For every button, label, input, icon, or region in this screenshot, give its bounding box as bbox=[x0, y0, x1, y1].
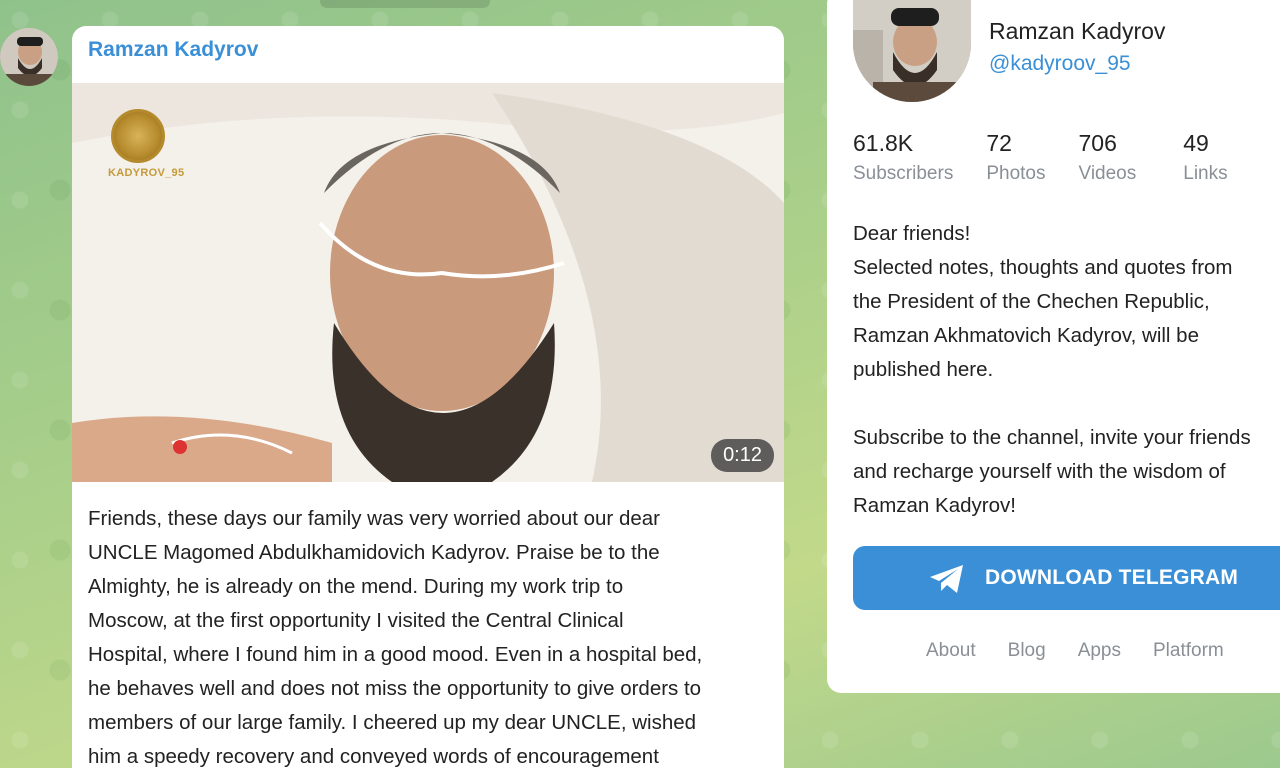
video-thumbnail[interactable]: KADYROV_95 0:12 bbox=[72, 83, 784, 482]
stat-value: 72 bbox=[986, 130, 1012, 156]
download-telegram-label: DOWNLOAD TELEGRAM bbox=[985, 566, 1239, 589]
channel-name: Ramzan Kadyrov bbox=[989, 18, 1166, 44]
stat-value: 706 bbox=[1078, 130, 1117, 156]
stat-label: Photos bbox=[986, 163, 1046, 184]
description-line: Dear friends! bbox=[853, 222, 971, 245]
stat-label: Subscribers bbox=[853, 163, 954, 184]
post-text-line: Moscow, at the first opportunity I visit… bbox=[88, 609, 624, 632]
footer-link-platform[interactable]: Platform bbox=[1153, 640, 1224, 662]
footer-link-blog[interactable]: Blog bbox=[1008, 640, 1046, 662]
post-text-line: Friends, these days our family was very … bbox=[88, 507, 660, 530]
post-author-name[interactable]: Ramzan Kadyrov bbox=[88, 38, 258, 62]
footer-links: About Blog Apps Platform bbox=[926, 640, 1256, 662]
description-line: Subscribe to the channel, invite your fr… bbox=[853, 426, 1251, 449]
watermark-seal-icon bbox=[111, 109, 165, 163]
post-text-line: Almighty, he is already on the mend. Dur… bbox=[88, 575, 624, 598]
watermark-text: KADYROV_95 bbox=[108, 167, 185, 179]
channel-watermark: KADYROV_95 bbox=[108, 109, 185, 179]
stat-subscribers: 61.8K Subscribers bbox=[853, 130, 953, 185]
channel-avatar bbox=[853, 0, 971, 102]
stat-label: Links bbox=[1183, 163, 1228, 184]
description-line: Ramzan Akhmatovich Kadyrov, will be bbox=[853, 324, 1199, 347]
post-text-line: he behaves well and does not miss the op… bbox=[88, 677, 702, 700]
channel-info-card: Ramzan Kadyrov @kadyroov_95 61.8K Subscr… bbox=[827, 0, 1280, 693]
stat-links: 49 Links bbox=[1183, 130, 1227, 185]
channel-post: Ramzan Kadyrov KADYROV_95 0:12 Friends, … bbox=[72, 26, 784, 768]
stat-videos: 706 Videos bbox=[1078, 130, 1136, 185]
telegram-plane-icon bbox=[930, 565, 963, 593]
stat-photos: 72 Photos bbox=[986, 130, 1045, 185]
post-text: Friends, these days our family was very … bbox=[88, 502, 778, 768]
stat-label: Videos bbox=[1078, 163, 1137, 184]
author-avatar[interactable] bbox=[0, 28, 58, 86]
description-line: published here. bbox=[853, 358, 994, 381]
description-line: the President of the Chechen Republic, bbox=[853, 290, 1210, 313]
description-line: Ramzan Kadyrov! bbox=[853, 494, 1016, 517]
description-line: Selected notes, thoughts and quotes from bbox=[853, 256, 1233, 279]
post-text-line: Hospital, where I found him in a good mo… bbox=[88, 643, 703, 666]
footer-link-about[interactable]: About bbox=[926, 640, 976, 662]
channel-handle[interactable]: @kadyroov_95 bbox=[989, 52, 1131, 76]
stat-value: 61.8K bbox=[853, 130, 914, 156]
description-gap bbox=[853, 387, 1280, 421]
channel-stats: 61.8K Subscribers 72 Photos 706 Videos 4… bbox=[853, 130, 1261, 185]
download-telegram-button[interactable]: DOWNLOAD TELEGRAM bbox=[853, 546, 1280, 610]
top-handle bbox=[320, 0, 490, 8]
post-text-line: members of our large family. I cheered u… bbox=[88, 711, 697, 734]
channel-description: Dear friends! Selected notes, thoughts a… bbox=[853, 217, 1280, 523]
footer-link-apps[interactable]: Apps bbox=[1078, 640, 1121, 662]
description-line: and recharge yourself with the wisdom of bbox=[853, 460, 1226, 483]
post-text-line: him a speedy recovery and conveyed words… bbox=[88, 745, 659, 768]
post-text-line: UNCLE Magomed Abdulkhamidovich Kadyrov. … bbox=[88, 541, 660, 564]
video-duration-badge: 0:12 bbox=[711, 439, 774, 472]
stat-value: 49 bbox=[1183, 130, 1209, 156]
